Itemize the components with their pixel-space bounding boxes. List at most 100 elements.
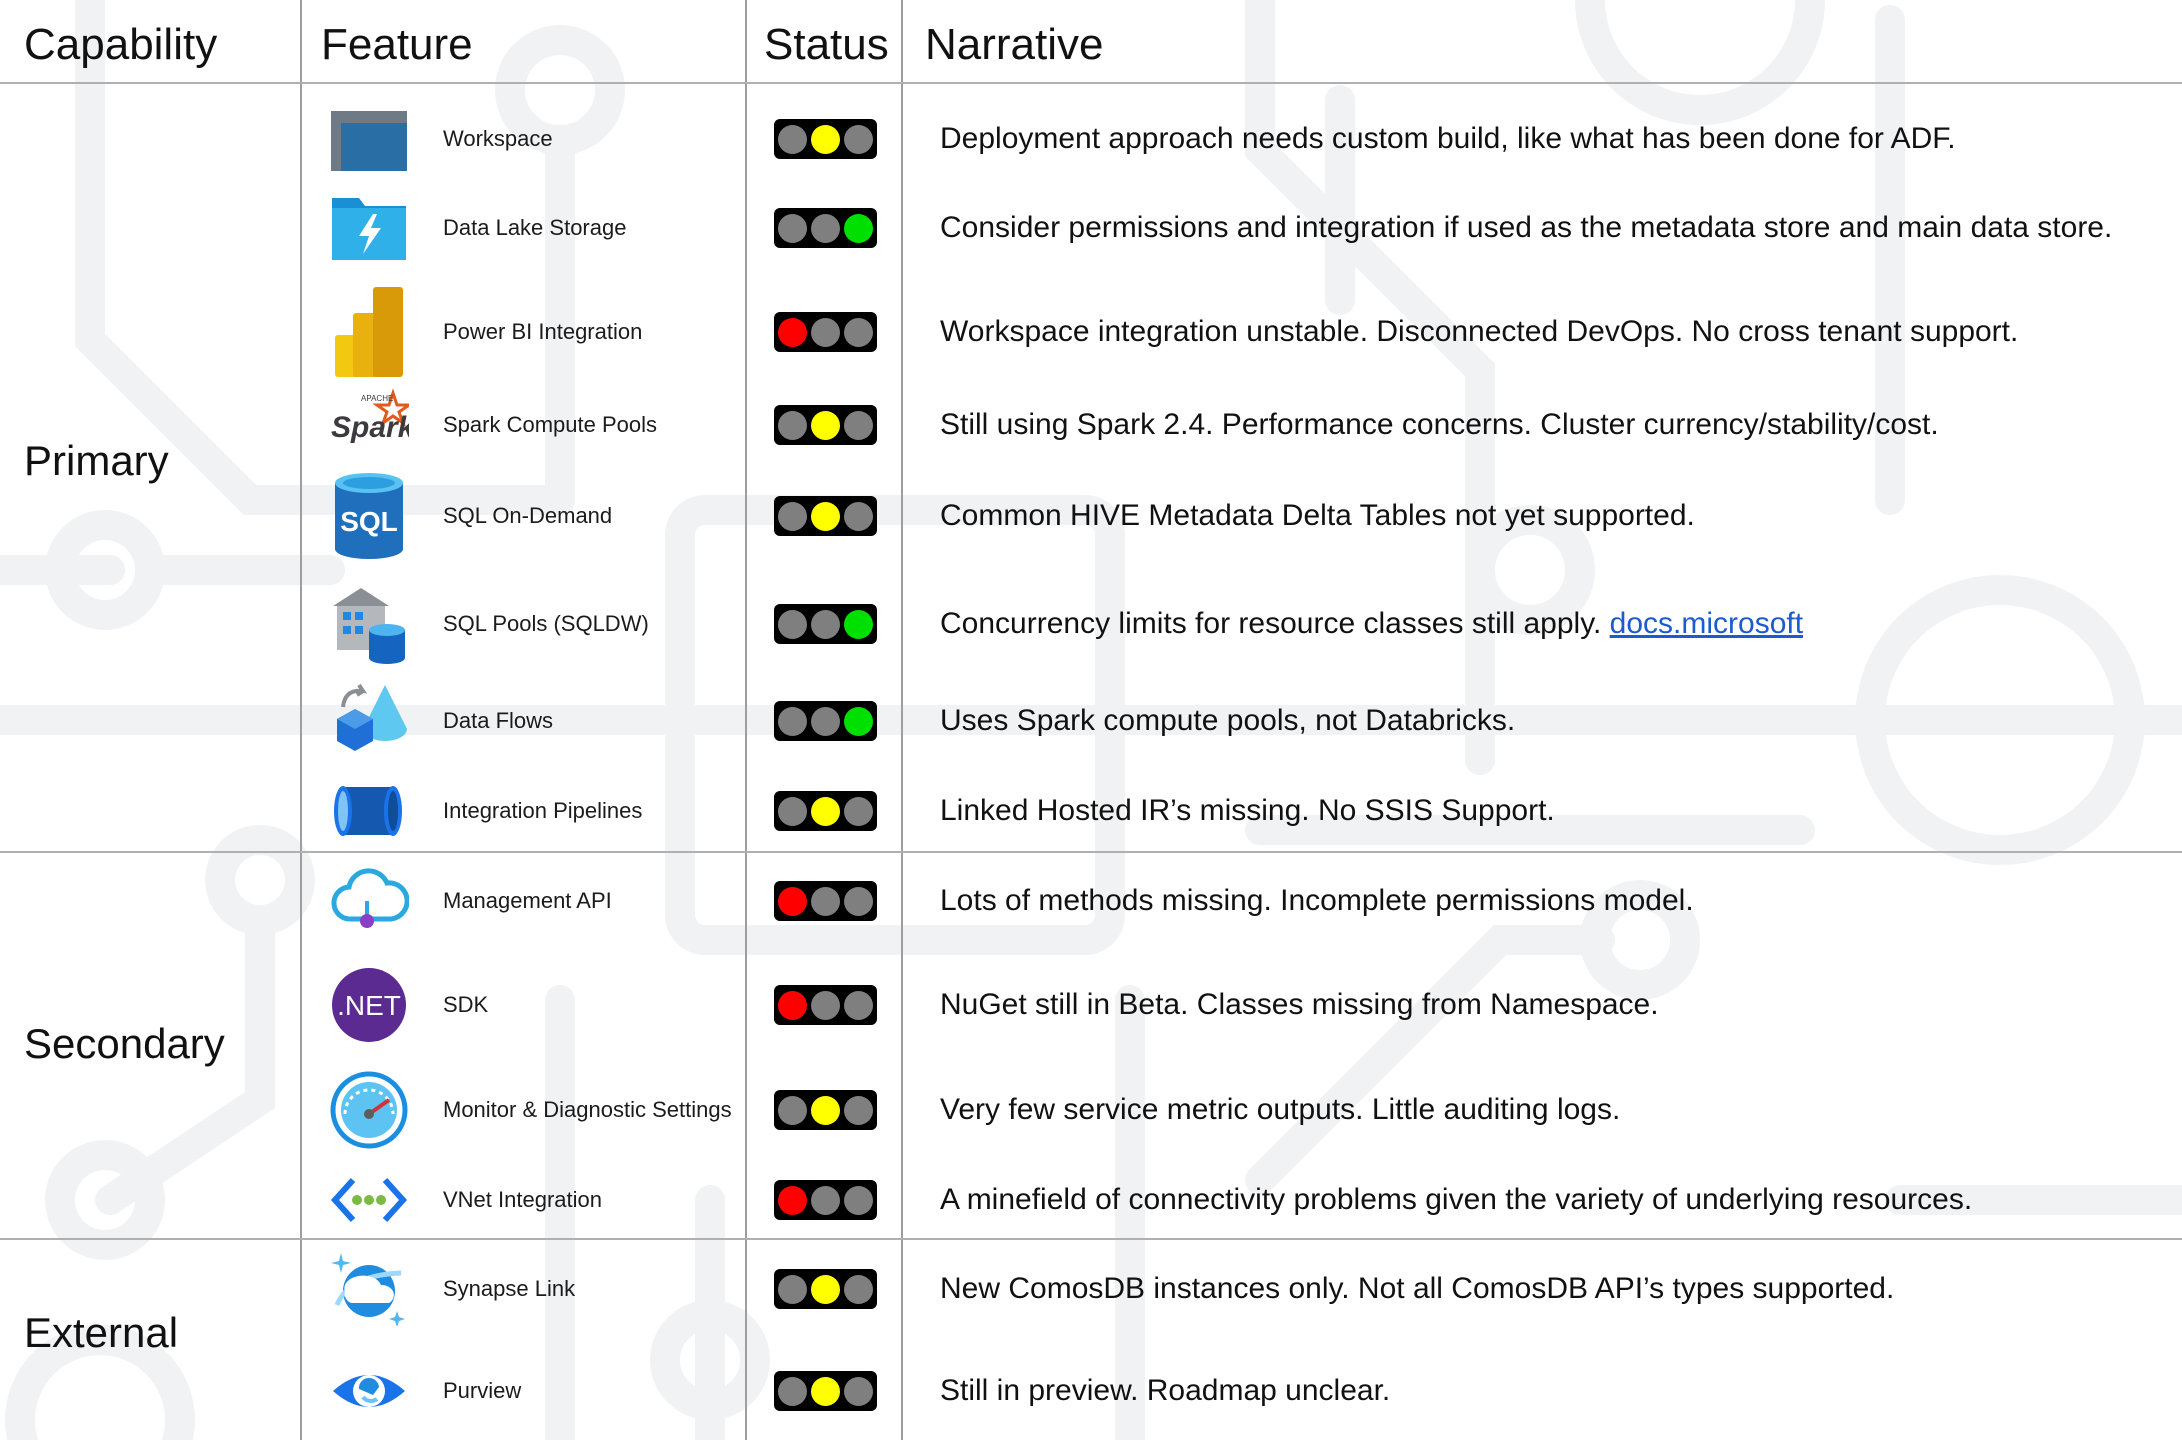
feature-name: SDK [443,992,489,1017]
status-bulb-green [844,1376,873,1406]
narrative-body: Workspace integration unstable. Disconne… [940,315,2019,348]
dotnet-logo-text: .NET [337,990,401,1021]
status-bulb-green [844,1095,873,1125]
monitor-gauge-icon [327,1070,411,1150]
status-bulb-yellow [811,410,840,440]
feature-name: Data Flows [443,708,554,733]
status-bulb-green [844,1274,873,1304]
pipeline-icon [327,771,411,851]
status-bulb-red [778,796,807,826]
feature-name: Management API [443,888,612,913]
spark-apache-text: APACHE [361,394,393,403]
status-bulb-green [844,317,873,347]
status-bulb-green [844,124,873,154]
status-bulb-yellow [811,1185,840,1215]
status-bulb-yellow [811,1095,840,1125]
workspace-icon [327,99,411,179]
status-bulb-green [844,796,873,826]
narrative-body: Linked Hosted IR’s missing. No SSIS Supp… [940,794,1555,827]
status-bulb-yellow [811,501,840,531]
narrative-body: Still using Spark 2.4. Performance conce… [940,408,1939,441]
status-traffic-light [774,496,877,536]
apache-spark-icon: APACHE Spark [327,385,411,465]
status-bulb-red [778,1274,807,1304]
feature-name: Power BI Integration [443,319,643,344]
table-row: Data Flows Uses Spark compute pools, not… [0,681,2182,761]
narrative-text: Uses Spark compute pools, not Databricks… [940,681,1515,761]
status-bulb-red [778,706,807,736]
status-traffic-light [774,604,877,644]
feature-name: Purview [443,1378,522,1403]
status-traffic-light [774,1180,877,1220]
table-row: Synapse Link New ComosDB instances only.… [0,1249,2182,1329]
table-row: VNet Integration A minefield of connecti… [0,1160,2182,1240]
status-traffic-light [774,208,877,248]
status-bulb-green [844,609,873,639]
narrative-body: New ComosDB instances only. Not all Como… [940,1272,1895,1305]
narrative-text: Deployment approach needs custom build, … [940,99,1956,179]
vnet-icon [327,1160,411,1240]
table-row: Monitor & Diagnostic Settings Very few s… [0,1070,2182,1150]
status-bulb-red [778,609,807,639]
status-bulb-red [778,886,807,916]
docs-microsoft-link[interactable]: docs.microsoft [1610,607,1803,640]
feature-name: Data Lake Storage [443,215,627,240]
status-traffic-light [774,1371,877,1411]
status-traffic-light [774,1090,877,1130]
header-feature: Feature [321,20,473,69]
status-bulb-green [844,990,873,1020]
status-bulb-yellow [811,317,840,347]
status-bulb-red [778,410,807,440]
narrative-body: Consider permissions and integration if … [940,211,2113,244]
feature-name: Spark Compute Pools [443,412,657,437]
status-bulb-yellow [811,1376,840,1406]
narrative-text: Common HIVE Metadata Delta Tables not ye… [940,476,1695,556]
purview-icon [327,1351,411,1431]
narrative-body: Concurrency limits for resource classes … [940,607,1610,640]
feature-name: SQL On-Demand [443,503,613,528]
narrative-text: Consider permissions and integration if … [940,188,2112,268]
table-row: SQL Pools (SQLDW) Concurrency limits for… [0,584,2182,664]
data-flows-icon [327,681,411,761]
narrative-text: Concurrency limits for resource classes … [940,584,1803,664]
dotnet-icon: .NET [327,965,411,1045]
feature-name: Synapse Link [443,1276,576,1301]
table-row: Purview Still in preview. Roadmap unclea… [0,1351,2182,1431]
header-divider [0,82,2182,84]
status-bulb-yellow [811,706,840,736]
table-row: Management API Lots of methods missing. … [0,861,2182,941]
status-bulb-red [778,990,807,1020]
narrative-text: Still in preview. Roadmap unclear. [940,1351,1390,1431]
status-bulb-yellow [811,124,840,154]
table-row: Integration Pipelines Linked Hosted IR’s… [0,771,2182,851]
status-bulb-green [844,410,873,440]
status-traffic-light [774,881,877,921]
feature-name: Monitor & Diagnostic Settings [443,1097,732,1122]
status-bulb-green [844,501,873,531]
narrative-text: Very few service metric outputs. Little … [940,1070,1620,1150]
status-bulb-yellow [811,886,840,916]
table-row: SQL SQL On-Demand Common HIVE Metadata D… [0,473,2182,559]
narrative-text: Workspace integration unstable. Disconne… [940,292,2018,372]
status-bulb-yellow [811,990,840,1020]
feature-name: VNet Integration [443,1187,602,1212]
status-traffic-light [774,701,877,741]
status-bulb-green [844,213,873,243]
narrative-body: NuGet still in Beta. Classes missing fro… [940,988,1659,1021]
narrative-body: Still in preview. Roadmap unclear. [940,1374,1391,1407]
narrative-text: New ComosDB instances only. Not all Como… [940,1249,1894,1329]
status-traffic-light [774,119,877,159]
status-bulb-red [778,1095,807,1125]
status-traffic-light [774,312,877,352]
narrative-body: Lots of methods missing. Incomplete perm… [940,884,1694,917]
sql-warehouse-icon [327,584,411,664]
header-capability: Capability [24,20,218,69]
spark-logo-text: Spark [331,411,409,444]
feature-status-table: Capability Feature Status Narrative Prim… [0,0,2182,1440]
status-bulb-green [844,886,873,916]
narrative-text: A minefield of connectivity problems giv… [940,1160,1972,1240]
status-bulb-red [778,317,807,347]
status-bulb-yellow [811,796,840,826]
table-row: Workspace Deployment approach needs cust… [0,99,2182,179]
status-traffic-light [774,985,877,1025]
